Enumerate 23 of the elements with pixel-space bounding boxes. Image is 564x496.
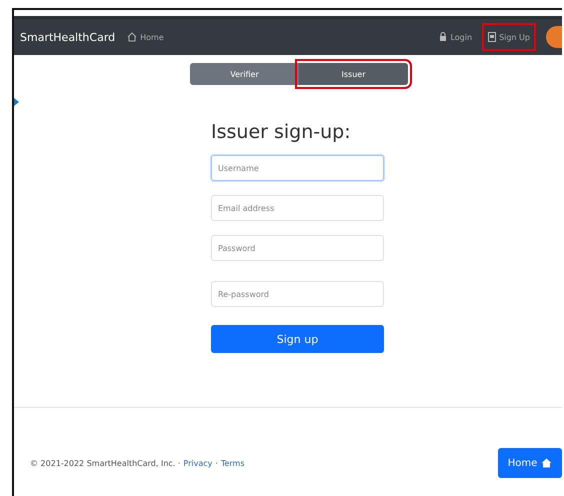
document-icon (488, 32, 496, 42)
footer-link[interactable]: Privacy (183, 458, 212, 468)
home-icon (127, 32, 138, 42)
nav-link[interactable]: Login (439, 32, 472, 42)
input-field[interactable]: Email address (211, 195, 384, 221)
separator: · (215, 458, 218, 468)
footer-link[interactable]: Terms (220, 458, 244, 468)
nav-link[interactable]: Home (127, 32, 164, 42)
tab[interactable]: Verifier (190, 63, 299, 85)
home-button[interactable]: Home (498, 448, 562, 478)
input-field[interactable]: Password (211, 235, 384, 261)
form-title: Issuer sign-up: (211, 121, 352, 143)
input-field[interactable]: Re-password (211, 281, 384, 307)
avatar[interactable] (546, 26, 562, 48)
nav-link[interactable]: Sign Up (484, 25, 534, 49)
lock-icon (439, 32, 448, 42)
footer-text: © 2021-2022 SmartHealthCard, Inc. · (30, 458, 180, 468)
input-field[interactable]: Username (211, 155, 384, 181)
tab[interactable]: Issuer (299, 63, 408, 85)
side-marker-icon (14, 98, 19, 106)
brand-link[interactable]: SmartHealthCard (20, 30, 116, 44)
sign-up-button[interactable]: Sign up (211, 325, 384, 353)
home-icon (541, 458, 552, 468)
